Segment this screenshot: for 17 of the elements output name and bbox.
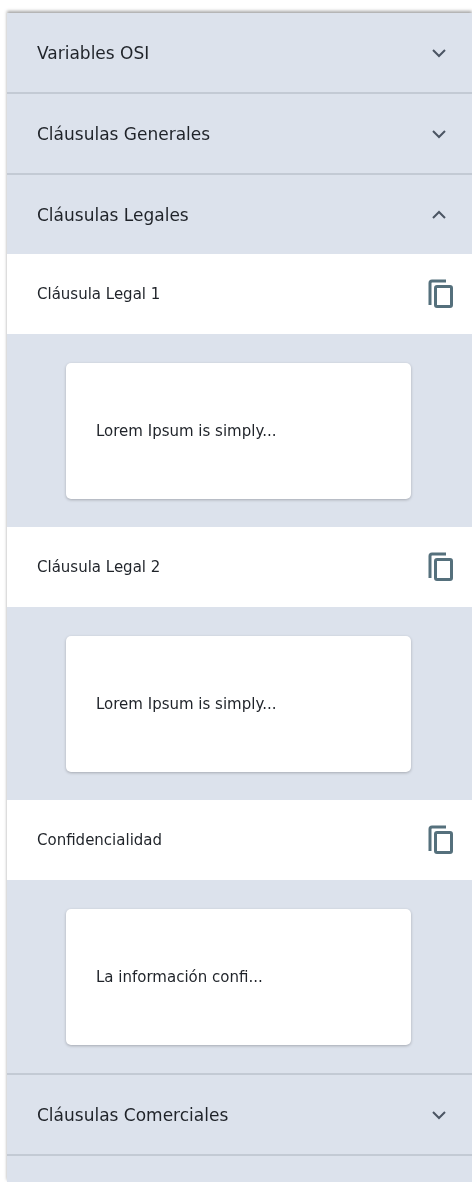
copy-icon[interactable] <box>428 825 454 855</box>
clause-title: Confidencialidad <box>37 831 163 849</box>
chevron-icon <box>431 128 447 139</box>
accordion-header[interactable]: Cláusulas Comerciales <box>7 1075 472 1154</box>
copy-icon[interactable] <box>428 552 454 582</box>
accordion-header[interactable]: Variables OSI <box>7 13 472 92</box>
clause-preview-card[interactable]: La información confi... <box>66 908 411 1045</box>
accordion-header[interactable]: Cláusulas Generales <box>7 94 472 173</box>
clause-preview-card[interactable]: Lorem Ipsum is simply... <box>66 635 411 772</box>
chevron-icon <box>431 1109 447 1120</box>
copy-icon[interactable] <box>428 279 454 309</box>
accordion-header[interactable]: Cláusulas Legales <box>7 175 472 254</box>
chevron-icon <box>431 209 447 220</box>
chevron-icon <box>431 47 447 58</box>
clause-title: Cláusula Legal 1 <box>37 285 161 303</box>
clause-title: Cláusula Legal 2 <box>37 558 161 576</box>
clause-preview-card[interactable]: Lorem Ipsum is simply... <box>66 362 411 499</box>
